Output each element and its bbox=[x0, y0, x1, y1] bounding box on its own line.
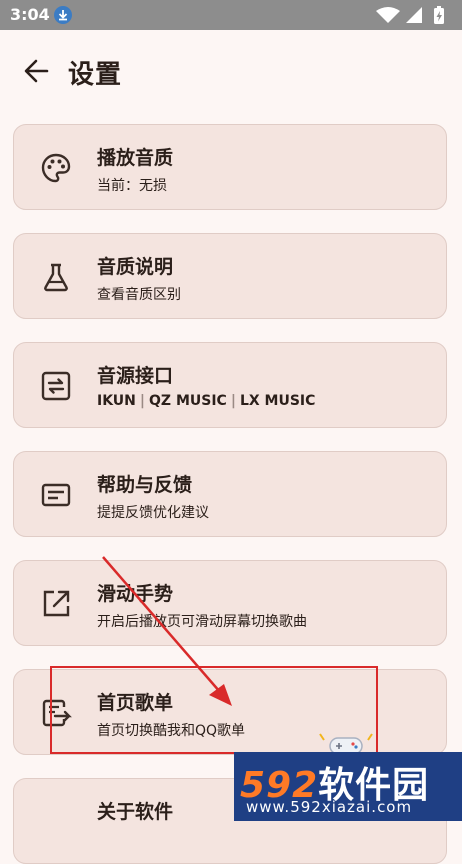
battery-icon bbox=[434, 6, 444, 24]
status-icons bbox=[374, 6, 454, 24]
separator: | bbox=[139, 393, 146, 409]
setting-subtitle: 当前：无损 bbox=[97, 178, 167, 194]
flask-icon bbox=[40, 261, 72, 293]
swap-icon bbox=[40, 370, 72, 402]
setting-help-feedback[interactable]: 帮助与反馈 提提反馈优化建议 bbox=[13, 451, 447, 537]
setting-title: 播放音质 bbox=[97, 147, 174, 169]
source-qz-music: QZ MUSIC bbox=[149, 393, 227, 409]
setting-quality-info[interactable]: 音质说明 查看音质区别 bbox=[13, 233, 447, 319]
setting-title: 音源接口 bbox=[97, 365, 174, 387]
palette-icon bbox=[40, 152, 72, 184]
setting-subtitle: IKUN | QZ MUSIC | LX MUSIC bbox=[97, 393, 315, 409]
setting-title: 滑动手势 bbox=[97, 583, 174, 605]
setting-subtitle: 查看音质区别 bbox=[97, 287, 181, 303]
setting-source-api[interactable]: 音源接口 IKUN | QZ MUSIC | LX MUSIC bbox=[13, 342, 447, 428]
watermark-url: www.592xiazai.com bbox=[246, 798, 413, 816]
setting-subtitle: 开启后播放页可滑动屏幕切换歌曲 bbox=[97, 614, 307, 630]
source-ikun: IKUN bbox=[97, 393, 136, 409]
wifi-icon bbox=[376, 7, 400, 23]
setting-swipe-gesture[interactable]: 滑动手势 开启后播放页可滑动屏幕切换歌曲 bbox=[13, 560, 447, 646]
download-icon bbox=[54, 6, 72, 24]
status-bar: 3:04 bbox=[0, 0, 462, 30]
feedback-icon bbox=[40, 479, 72, 511]
source-lx-music: LX MUSIC bbox=[239, 393, 316, 409]
back-arrow-icon bbox=[24, 59, 49, 83]
back-button[interactable] bbox=[20, 54, 54, 88]
status-time: 3:04 bbox=[10, 5, 50, 24]
setting-title: 帮助与反馈 bbox=[97, 474, 193, 496]
watermark-logo: 592软件园 www.592xiazai.com bbox=[234, 752, 462, 821]
setting-playback-quality[interactable]: 播放音质 当前：无损 bbox=[13, 124, 447, 210]
signal-icon bbox=[406, 7, 422, 23]
setting-subtitle: 提提反馈优化建议 bbox=[97, 505, 209, 521]
open-external-icon bbox=[40, 588, 72, 620]
page-title: 设置 bbox=[68, 60, 123, 90]
separator: | bbox=[230, 393, 236, 409]
setting-title: 关于软件 bbox=[97, 801, 174, 823]
setting-title: 音质说明 bbox=[97, 256, 174, 278]
app-bar: 设置 bbox=[0, 40, 462, 104]
